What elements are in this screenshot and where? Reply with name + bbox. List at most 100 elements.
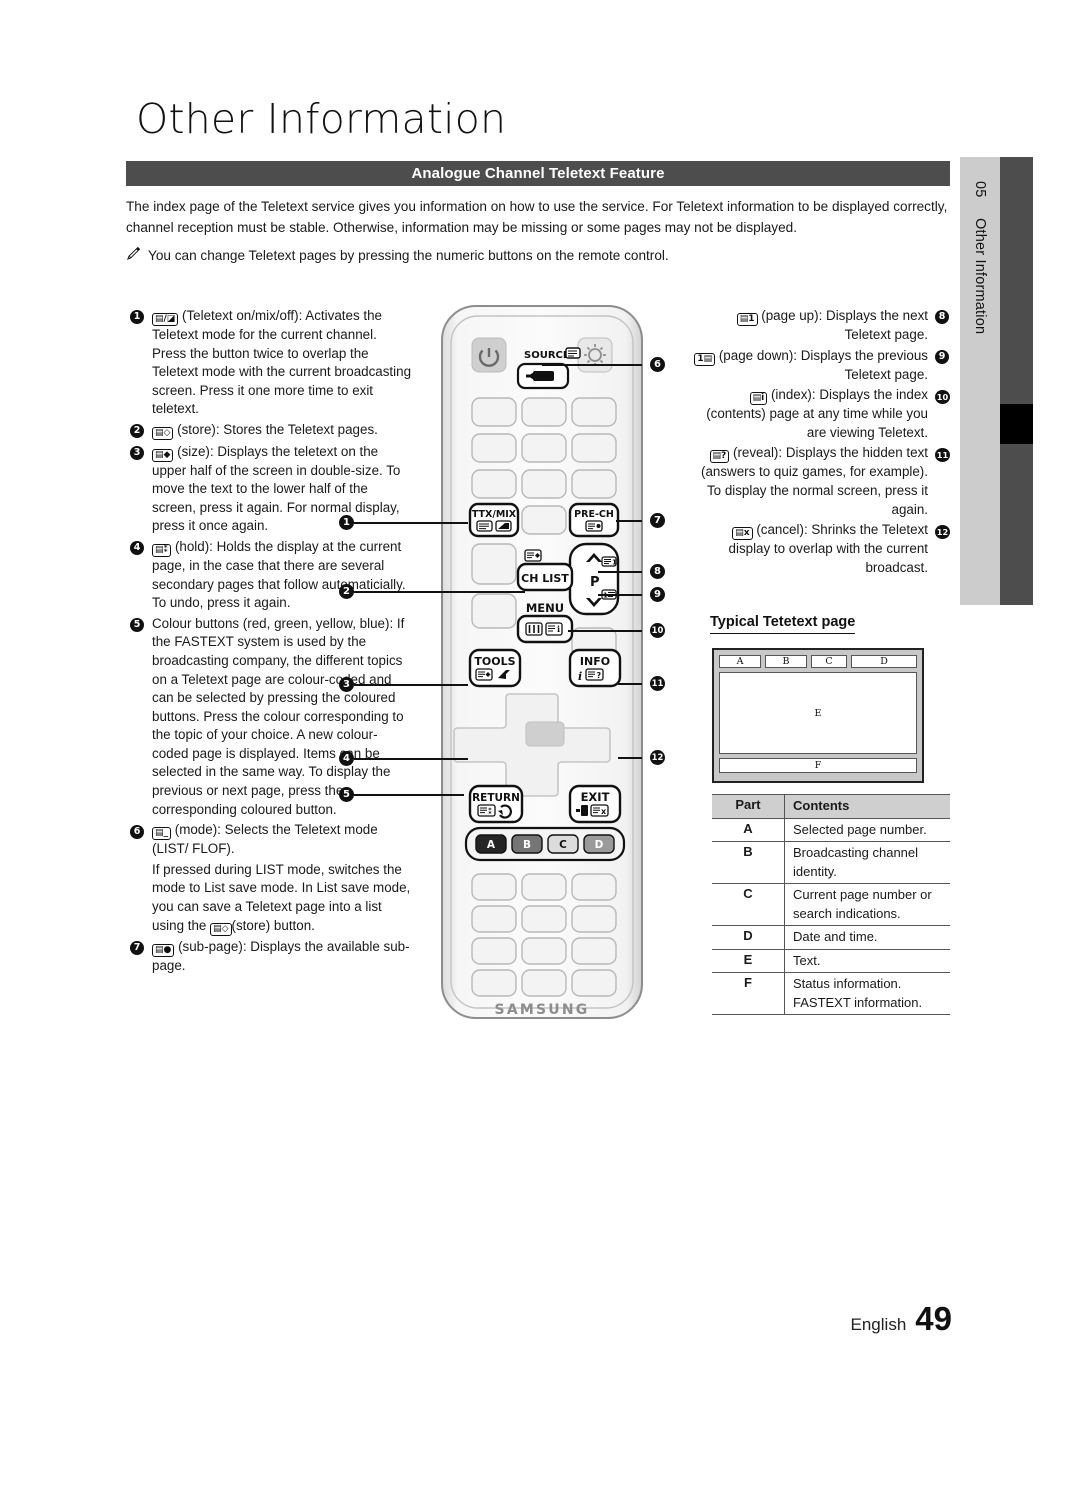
right-instruction-column: ▤1 (page up): Displays the next Teletext… (692, 307, 950, 579)
region-e: E (719, 672, 917, 754)
svg-text:PRE-CH: PRE-CH (574, 509, 614, 520)
svg-text:x: x (601, 807, 607, 816)
list-item: 5 Colour buttons (red, green, yellow, bl… (130, 615, 412, 820)
sidebar-band-dark (1000, 157, 1033, 605)
list-item: ▤1 (page up): Displays the next Teletext… (692, 307, 950, 345)
leader-line (568, 630, 642, 632)
leader-line (618, 683, 642, 685)
leader-line (354, 684, 468, 686)
list-item-continuation: If pressed during LIST mode, switches th… (130, 861, 412, 936)
svg-text:SOURCE: SOURCE (524, 350, 570, 361)
svg-text:⁑: ⁑ (488, 806, 492, 816)
callout-number: 2 (130, 421, 145, 441)
parts-table: Part Contents A Selected page number. B … (712, 794, 950, 1015)
pencil-icon (126, 246, 141, 267)
teletext-top-row: A B C D (719, 655, 917, 668)
page-footer: English 49 (0, 1300, 952, 1338)
store-key-icon: ▤◇ (210, 922, 232, 936)
svg-text:D: D (595, 839, 604, 851)
note-text: You can change Teletext pages by pressin… (148, 248, 669, 263)
svg-text:A: A (487, 839, 496, 851)
cell-contents: Text. (784, 948, 950, 973)
list-item: 6 ▤_ (mode): Selects the Teletext mode (… (130, 821, 412, 859)
cell-part: D (712, 925, 785, 950)
callout-6: 6 (650, 357, 665, 372)
list-item-text: ▤● (sub-page): Displays the available su… (152, 938, 410, 973)
leader-line (354, 522, 468, 524)
callout-1: 1 (339, 515, 354, 530)
svg-text:RETURN: RETURN (472, 792, 520, 804)
list-item-text: ▤_ (mode): Selects the Teletext mode (LI… (152, 822, 378, 857)
leader-line (598, 594, 642, 596)
table-row: E Text. (712, 948, 950, 973)
column-header-contents: Contents (784, 794, 950, 819)
svg-text:CH LIST: CH LIST (521, 572, 569, 585)
region-d: D (851, 655, 917, 668)
svg-text:EXIT: EXIT (581, 790, 610, 804)
cell-part: C (712, 883, 785, 926)
typical-teletext-page-heading: Typical Tetetext page (710, 614, 856, 634)
list-item-text: If pressed during LIST mode, switches th… (152, 861, 411, 936)
list-item: ▤x (cancel): Shrinks the Teletext displa… (692, 521, 950, 577)
sidebar-label: 05 Other Information (960, 157, 1000, 605)
cell-contents: Selected page number. (784, 817, 950, 842)
reveal-key-icon: ▤? (709, 450, 730, 464)
page-up-key-icon: ▤1 (736, 313, 758, 326)
leader-line (542, 364, 642, 366)
svg-text:B: B (523, 839, 531, 851)
svg-text:i: i (557, 624, 560, 634)
list-item: 2 ▤◇ (store): Stores the Teletext pages. (130, 421, 412, 441)
callout-number: 7 (130, 938, 145, 976)
list-item: 1▤ (page down): Displays the previous Te… (692, 347, 950, 385)
table-row: B Broadcasting channel identity. (712, 841, 950, 884)
leader-line (618, 757, 642, 759)
sidebar-chapter-text: 05 Other Information (972, 181, 988, 335)
table-header-row: Part Contents (712, 794, 950, 819)
region-a: A (719, 655, 761, 668)
leader-line (354, 758, 468, 760)
column-header-part: Part (712, 794, 785, 819)
svg-text:TOOLS: TOOLS (474, 655, 515, 668)
list-item-text: ▤/◪ (Teletext on/mix/off): Activates the… (152, 308, 412, 417)
footer-page-number: 49 (915, 1300, 952, 1337)
cell-contents: Broadcasting channel identity. (784, 841, 950, 884)
list-item-text: 1▤ (page down): Displays the previous Te… (692, 347, 928, 385)
list-item-text: ▤? (reveal): Displays the hidden text (a… (701, 445, 928, 517)
leader-line (598, 571, 642, 573)
typical-teletext-page-diagram: A B C D E F (712, 648, 924, 783)
callout-7: 7 (650, 513, 665, 528)
svg-text:?: ? (597, 671, 602, 680)
table-row: F Status information. FASTEXT informatio… (712, 972, 950, 1015)
list-item: ▤i (index): Displays the index (contents… (692, 386, 950, 442)
table-row: C Current page number or search indicati… (712, 883, 950, 926)
list-item-text: ▤i (index): Displays the index (contents… (706, 387, 928, 440)
cell-contents: Status information. FASTEXT information. (784, 972, 950, 1015)
cell-part: F (712, 972, 785, 1015)
region-b: B (765, 655, 807, 668)
svg-text:i: i (578, 670, 582, 683)
callout-number: 10 (935, 389, 950, 404)
callout-4: 4 (339, 751, 354, 766)
list-item-text: ▤⁑ (hold): Holds the display at the curr… (152, 538, 406, 611)
index-key-icon: ▤i (749, 392, 768, 406)
list-item-text: Colour buttons (red, green, yellow, blue… (152, 615, 405, 817)
leader-line (354, 794, 464, 796)
list-item: ▤? (reveal): Displays the hidden text (a… (692, 444, 950, 519)
cell-part: A (712, 817, 785, 842)
cell-part: B (712, 841, 785, 884)
mode-key-icon: ▤_ (152, 827, 172, 841)
table-row: D Date and time. (712, 925, 950, 950)
svg-text:SAMSUNG: SAMSUNG (495, 1002, 590, 1018)
list-item: 7 ▤● (sub-page): Displays the available … (130, 938, 412, 976)
leader-line (354, 591, 525, 593)
cell-part: E (712, 948, 785, 973)
callout-8: 8 (650, 564, 665, 579)
subpage-key-icon: ▤● (152, 943, 175, 957)
callout-number: 12 (935, 524, 950, 539)
svg-text:TTX/MIX: TTX/MIX (472, 509, 517, 520)
list-item-text: ▤◇ (store): Stores the Teletext pages. (152, 421, 412, 441)
left-instruction-column: 1 ▤/◪ (Teletext on/mix/off): Activates t… (130, 307, 412, 977)
callout-number: 4 (130, 538, 145, 613)
list-item: 1 ▤/◪ (Teletext on/mix/off): Activates t… (130, 307, 412, 419)
size-key-icon: ▤◆ (152, 448, 174, 462)
